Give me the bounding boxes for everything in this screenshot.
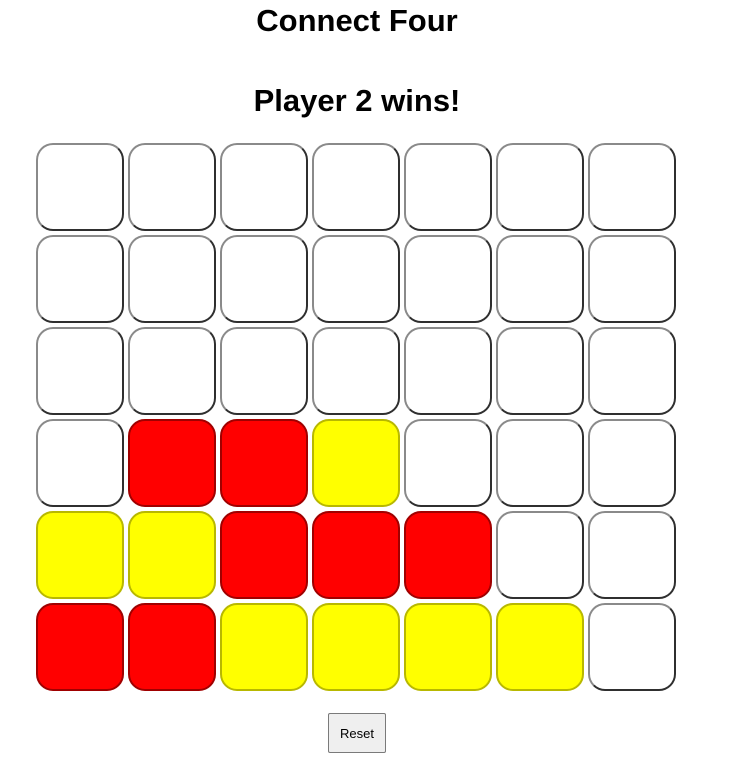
board-cell-empty[interactable] bbox=[404, 235, 492, 323]
board-cell-empty[interactable] bbox=[496, 143, 584, 231]
board-cell-empty[interactable] bbox=[128, 327, 216, 415]
board-cell-empty[interactable] bbox=[588, 419, 676, 507]
board-cell-yellow-disc[interactable] bbox=[404, 603, 492, 691]
board-cell-empty[interactable] bbox=[404, 419, 492, 507]
board-cell-empty[interactable] bbox=[220, 143, 308, 231]
game-board bbox=[36, 143, 680, 693]
board-cell-empty[interactable] bbox=[496, 419, 584, 507]
board-cell-empty[interactable] bbox=[588, 143, 676, 231]
board-cell-red-disc[interactable] bbox=[128, 603, 216, 691]
board-cell-red-disc[interactable] bbox=[128, 419, 216, 507]
board-cell-empty[interactable] bbox=[36, 235, 124, 323]
board-cell-empty[interactable] bbox=[312, 143, 400, 231]
board-cell-empty[interactable] bbox=[220, 327, 308, 415]
board-cell-yellow-disc[interactable] bbox=[220, 603, 308, 691]
board-cell-empty[interactable] bbox=[312, 327, 400, 415]
board-cell-empty[interactable] bbox=[496, 511, 584, 599]
board-cell-empty[interactable] bbox=[404, 143, 492, 231]
board-cell-yellow-disc[interactable] bbox=[36, 511, 124, 599]
board-cell-yellow-disc[interactable] bbox=[496, 603, 584, 691]
board-cell-red-disc[interactable] bbox=[312, 511, 400, 599]
board-cell-empty[interactable] bbox=[36, 143, 124, 231]
board-cell-red-disc[interactable] bbox=[36, 603, 124, 691]
board-cell-red-disc[interactable] bbox=[220, 511, 308, 599]
board-cell-empty[interactable] bbox=[496, 327, 584, 415]
board-cell-red-disc[interactable] bbox=[220, 419, 308, 507]
board-cell-yellow-disc[interactable] bbox=[312, 603, 400, 691]
board-cell-yellow-disc[interactable] bbox=[312, 419, 400, 507]
board-cell-red-disc[interactable] bbox=[404, 511, 492, 599]
board-cell-empty[interactable] bbox=[128, 143, 216, 231]
reset-button[interactable]: Reset bbox=[328, 713, 386, 753]
board-cell-empty[interactable] bbox=[220, 235, 308, 323]
board-cell-empty[interactable] bbox=[496, 235, 584, 323]
board-cell-empty[interactable] bbox=[588, 235, 676, 323]
board-cell-empty[interactable] bbox=[588, 511, 676, 599]
board-cell-empty[interactable] bbox=[36, 327, 124, 415]
board-cell-empty[interactable] bbox=[128, 235, 216, 323]
board-cell-empty[interactable] bbox=[312, 235, 400, 323]
game-status: Player 2 wins! bbox=[253, 83, 461, 118]
board-cell-empty[interactable] bbox=[588, 603, 676, 691]
board-cell-empty[interactable] bbox=[404, 327, 492, 415]
board-cell-empty[interactable] bbox=[588, 327, 676, 415]
board-cell-yellow-disc[interactable] bbox=[128, 511, 216, 599]
board-cell-empty[interactable] bbox=[36, 419, 124, 507]
game-title: Connect Four bbox=[256, 3, 458, 38]
